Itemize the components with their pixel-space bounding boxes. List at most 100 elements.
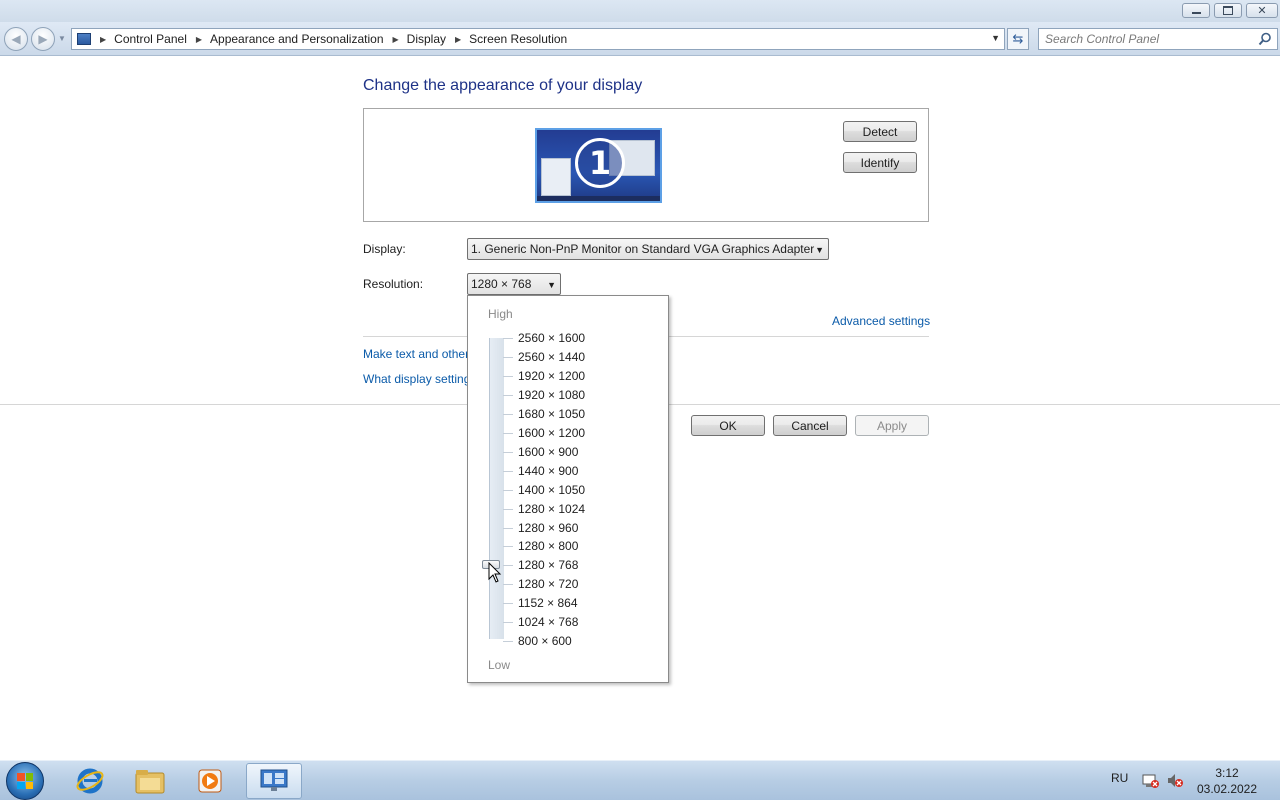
restore-icon: [1223, 6, 1233, 15]
resolution-option[interactable]: 1280 × 1024: [518, 502, 585, 516]
back-arrow-icon: ◀: [11, 32, 21, 46]
identify-button[interactable]: Identify: [843, 152, 917, 173]
slider-tick: [503, 489, 513, 491]
windows-logo-icon: [17, 773, 33, 789]
text-size-link[interactable]: Make text and other: [363, 347, 469, 361]
resolution-select-value: 1280 × 768: [471, 277, 532, 291]
slider-tick: [503, 565, 513, 567]
close-icon: ✕: [1257, 5, 1267, 17]
resolution-option[interactable]: 1600 × 900: [518, 445, 578, 459]
screen-resolution-icon: [260, 769, 288, 791]
page-title: Change the appearance of your display: [363, 77, 643, 94]
breadcrumb-screen-resolution[interactable]: Screen Resolution: [469, 32, 567, 46]
clock-date[interactable]: 03.02.2022: [1193, 782, 1261, 796]
control-panel-icon: [77, 33, 91, 45]
breadcrumb-control-panel[interactable]: Control Panel: [114, 32, 187, 46]
display-select-value: 1. Generic Non-PnP Monitor on Standard V…: [471, 242, 815, 256]
resolution-option[interactable]: 2560 × 1600: [518, 331, 585, 345]
taskbar-internet-explorer[interactable]: [62, 763, 118, 799]
refresh-icon: ⇆: [1012, 31, 1024, 46]
resolution-option[interactable]: 2560 × 1440: [518, 350, 585, 364]
forward-arrow-icon: ▶: [38, 32, 48, 46]
resolution-option[interactable]: 1280 × 800: [518, 539, 578, 553]
resolution-option[interactable]: 800 × 600: [518, 634, 572, 648]
media-player-icon: [198, 769, 222, 793]
chevron-down-icon: ▼: [815, 245, 824, 255]
slider-tick: [503, 622, 513, 624]
monitor-1-icon[interactable]: 1: [535, 128, 662, 203]
taskbar: RU: [0, 760, 1280, 800]
search-icon[interactable]: [1258, 32, 1272, 46]
taskbar-control-panel[interactable]: [246, 763, 302, 799]
monitor-number: 1: [575, 138, 625, 188]
resolution-option[interactable]: 1440 × 900: [518, 464, 578, 478]
resolution-option[interactable]: 1920 × 1200: [518, 369, 585, 383]
resolution-option[interactable]: 1024 × 768: [518, 615, 578, 629]
chevron-right-icon[interactable]: ▶: [393, 35, 399, 44]
clock-time[interactable]: 3:12: [1207, 766, 1247, 780]
restore-button[interactable]: [1214, 3, 1242, 18]
resolution-option[interactable]: 1920 × 1080: [518, 388, 585, 402]
resolution-dropdown: High 2560 × 1600 2560 × 1440 1920 × 1200 19…: [467, 295, 669, 683]
breadcrumb-display[interactable]: Display: [407, 32, 446, 46]
slider-tick: [503, 527, 513, 529]
resolution-option[interactable]: 1600 × 1200: [518, 426, 585, 440]
chevron-down-icon[interactable]: ▼: [991, 33, 1000, 43]
resolution-option[interactable]: 1152 × 864: [518, 596, 578, 610]
volume-muted-icon[interactable]: [1166, 773, 1184, 789]
display-label: Display:: [363, 242, 406, 256]
display-select[interactable]: 1. Generic Non-PnP Monitor on Standard V…: [467, 238, 829, 260]
chevron-right-icon[interactable]: ▶: [196, 35, 202, 44]
slider-tick: [503, 375, 513, 377]
breadcrumb-appearance[interactable]: Appearance and Personalization: [210, 32, 383, 46]
internet-explorer-icon: [76, 768, 104, 794]
title-bar: ✕: [0, 0, 1280, 22]
resolution-option[interactable]: 1400 × 1050: [518, 483, 585, 497]
resolution-slider-track[interactable]: [489, 338, 504, 639]
search-box[interactable]: [1038, 28, 1278, 50]
minimize-button[interactable]: [1182, 3, 1210, 18]
forward-button[interactable]: ▶: [31, 27, 55, 51]
slider-tick: [503, 451, 513, 453]
mouse-cursor-icon: [488, 562, 502, 583]
folder-icon: [135, 770, 165, 794]
taskbar-media-player[interactable]: [182, 763, 238, 799]
resolution-option[interactable]: 1680 × 1050: [518, 407, 585, 421]
slider-tick: [503, 394, 513, 396]
apply-button[interactable]: Apply: [855, 415, 929, 436]
minimize-icon: [1191, 12, 1201, 14]
address-bar[interactable]: ▶ Control Panel ▶ Appearance and Persona…: [71, 28, 1005, 50]
back-button[interactable]: ◀: [4, 27, 28, 51]
refresh-button[interactable]: ⇆: [1007, 28, 1029, 50]
chevron-down-icon: ▼: [547, 280, 556, 290]
slider-tick: [503, 413, 513, 415]
start-button[interactable]: [6, 762, 44, 800]
monitor-preview-area: 1 Detect Identify: [363, 108, 929, 222]
navigation-bar: ◀ ▶ ▼ ▶ Control Panel ▶ Appearance and P…: [0, 22, 1280, 56]
ok-button[interactable]: OK: [691, 415, 765, 436]
resolution-option[interactable]: 1280 × 960: [518, 521, 578, 535]
resolution-label: Resolution:: [363, 277, 424, 291]
detect-button[interactable]: Detect: [843, 121, 917, 142]
slider-tick: [503, 432, 513, 434]
taskbar-file-explorer[interactable]: [122, 763, 178, 799]
display-settings-help-link[interactable]: What display setting: [363, 372, 470, 386]
window-thumbnail: [541, 158, 571, 196]
slider-tick: [503, 470, 513, 472]
chevron-right-icon[interactable]: ▶: [455, 35, 461, 44]
chevron-right-icon[interactable]: ▶: [100, 35, 106, 44]
language-indicator[interactable]: RU: [1111, 771, 1128, 785]
network-icon[interactable]: [1142, 773, 1160, 789]
resolution-option[interactable]: 1280 × 768: [518, 558, 578, 572]
cancel-button[interactable]: Cancel: [773, 415, 847, 436]
taskbar-thumbnail: [537, 196, 660, 201]
resolution-select[interactable]: 1280 × 768 ▼: [467, 273, 561, 295]
search-input[interactable]: [1045, 32, 1255, 46]
advanced-settings-link[interactable]: Advanced settings: [832, 314, 930, 328]
recent-pages-icon[interactable]: ▼: [58, 34, 66, 43]
close-button[interactable]: ✕: [1246, 3, 1278, 18]
slider-tick: [503, 508, 513, 510]
slider-tick: [503, 338, 513, 339]
resolution-option[interactable]: 1280 × 720: [518, 577, 578, 591]
slider-tick: [503, 603, 513, 605]
